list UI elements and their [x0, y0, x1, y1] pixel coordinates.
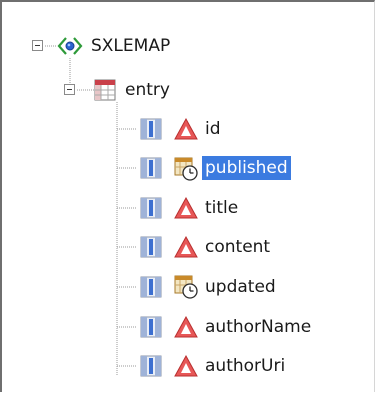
column-icon	[140, 118, 162, 140]
character-type-icon	[174, 197, 198, 219]
column-icon	[140, 236, 162, 258]
character-type-icon	[174, 316, 198, 338]
collapse-root-toggle[interactable]	[32, 40, 43, 51]
table-entry-label[interactable]: entry	[122, 78, 173, 102]
datetime-type-icon	[174, 157, 198, 181]
tree-child-label[interactable]: id	[202, 117, 224, 141]
map-tree-panel: SXLEMAP entry id published title content…	[0, 0, 375, 392]
datetime-type-icon	[174, 275, 198, 299]
tree-root-label[interactable]: SXLEMAP	[88, 34, 173, 58]
character-type-icon	[174, 355, 198, 377]
tree-child-label-selected[interactable]: published	[202, 156, 291, 180]
table-icon	[94, 79, 116, 101]
character-type-icon	[174, 236, 198, 258]
tree-child-label[interactable]: content	[202, 235, 273, 259]
tree-child-label[interactable]: updated	[202, 275, 279, 299]
tree-child-label[interactable]: authorUri	[202, 354, 288, 378]
character-type-icon	[174, 118, 198, 140]
column-icon	[140, 197, 162, 219]
tree-child-label[interactable]: title	[202, 196, 241, 220]
column-icon	[140, 276, 162, 298]
collapse-entry-toggle[interactable]	[64, 84, 75, 95]
map-root-icon	[57, 37, 83, 55]
tree-child-label[interactable]: authorName	[202, 315, 314, 339]
column-icon	[140, 355, 162, 377]
column-icon	[140, 157, 162, 179]
column-icon	[140, 316, 162, 338]
